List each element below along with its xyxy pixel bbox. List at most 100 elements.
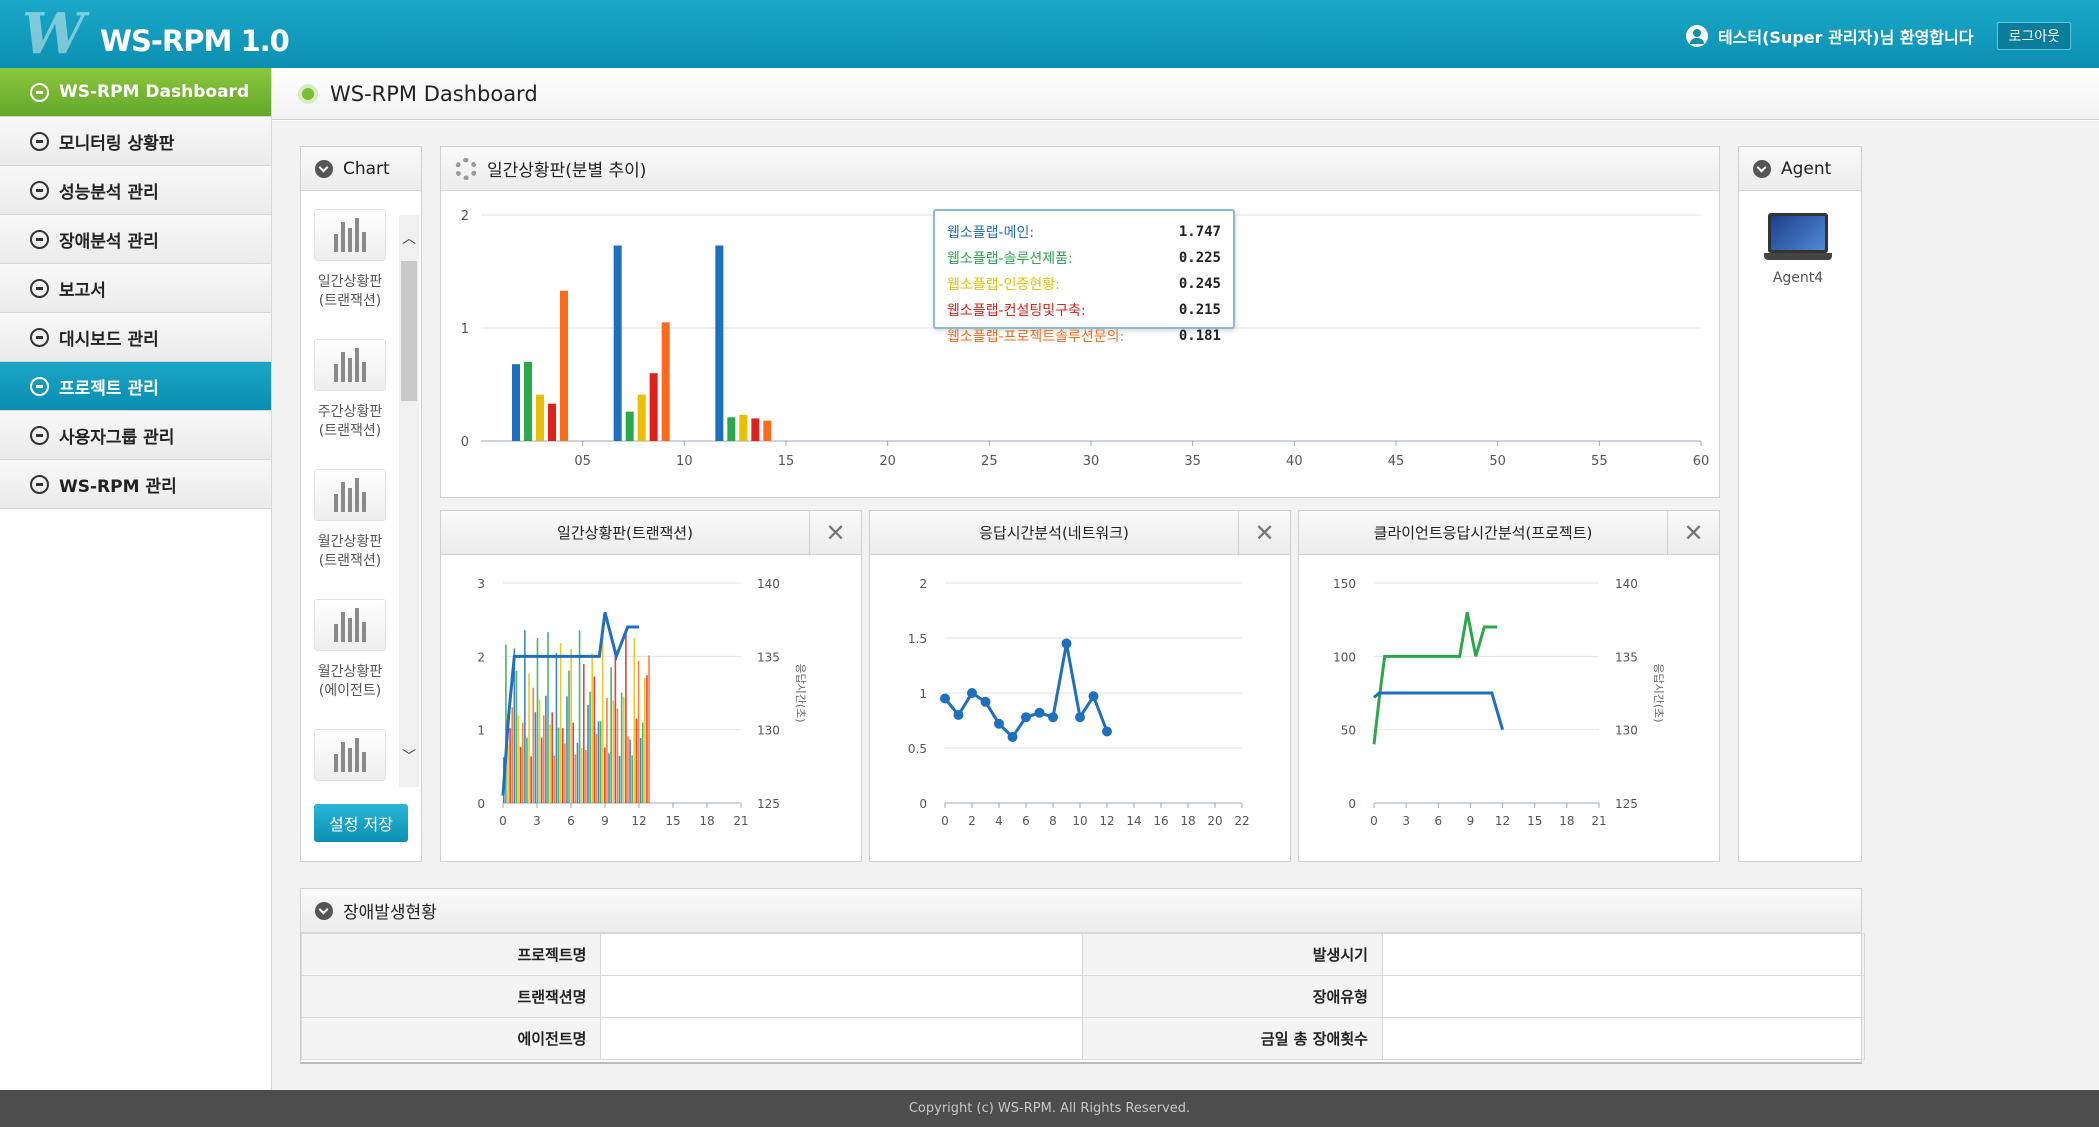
close-icon[interactable]: ✕ [1238, 510, 1290, 555]
tooltip-label: 웹소플랩-메인: [947, 225, 1035, 241]
transaction-bar [557, 727, 560, 803]
transaction-bar [587, 704, 589, 803]
transaction-bar [608, 753, 610, 803]
x-tick-label: 35 [1184, 454, 1201, 469]
x-tick-label: 21 [733, 814, 748, 828]
user-icon [1685, 25, 1708, 47]
tooltip-value: 1.747 [1178, 224, 1221, 240]
chart-list-scrollbar[interactable]: ︿ ﹀ [399, 215, 419, 787]
transaction-bar [644, 677, 646, 803]
logout-button[interactable]: 로그아웃 [1997, 22, 2071, 50]
agent-panel-title: Agent [1781, 158, 1832, 179]
x-tick-label: 8 [1049, 814, 1057, 828]
agent-panel-header[interactable]: Agent [1739, 147, 1861, 191]
sidebar-item-label: 성능분석 관리 [59, 182, 159, 203]
sidebar-item-label: 장애분석 관리 [59, 231, 159, 252]
chart-item-monthly-tx[interactable]: 월간상황판 (트랜잭션) [311, 469, 389, 599]
sidebar-item-dashboard[interactable]: WS-RPM Dashboard [0, 68, 271, 117]
y2-tick-label: 140 [757, 577, 780, 591]
x-tick-label: 30 [1083, 454, 1100, 469]
y2-tick-label: 125 [757, 797, 780, 811]
logo-text: WS-RPM 1.0 [100, 24, 290, 58]
fault-table: 프로젝트명 발생시기 트랜잭션명 장애유형 에이전트명 금일 총 장애횟수 [300, 933, 1866, 1060]
fault-panel-header[interactable]: 장애발생현황 [301, 889, 1861, 933]
x-tick-label: 50 [1489, 454, 1506, 469]
status-dot-icon [298, 83, 318, 104]
chart-list-panel: Chart 일간상황판 (트랜잭션) 주간상황판 (트랜잭션) 월간상황판 (트랜잭션… [300, 146, 422, 862]
y2-tick-label: 140 [1615, 577, 1638, 591]
x-tick-label: 05 [574, 454, 591, 469]
bar-chart-icon [314, 729, 386, 781]
transaction-bar [574, 754, 577, 803]
top-header: W WS-RPM 1.0 테스터(Super 관리자)님 환영합니다 로그아웃 [0, 0, 2099, 68]
x-tick-label: 10 [676, 454, 693, 469]
save-settings-button[interactable]: 설정 저장 [314, 804, 408, 842]
sidebar-item-user-group[interactable]: 사용자그룹 관리 [0, 411, 271, 460]
bar-chart-icon [314, 339, 386, 391]
chart-panel-header[interactable]: Chart [301, 147, 421, 191]
transaction-bar [542, 715, 545, 803]
scrollbar-thumb[interactable] [401, 261, 417, 401]
tooltip-row: 웹소플랩-솔루션제품: 0.225 [947, 245, 1221, 271]
x-tick-label: 20 [1207, 814, 1222, 828]
bar-chart-icon [314, 599, 386, 651]
tooltip-row: 웹소플랩-프로젝트솔루션문의: 0.181 [947, 323, 1221, 349]
transaction-bar [629, 739, 631, 803]
chart-item-daily-tx[interactable]: 일간상황판 (트랜잭션) [311, 209, 389, 339]
gear-icon[interactable] [455, 157, 477, 180]
transaction-bar [614, 649, 617, 803]
x-tick-label: 0 [1370, 814, 1378, 828]
x-tick-label: 55 [1591, 454, 1608, 469]
transaction-name-label: 트랜잭션명 [300, 975, 602, 1018]
chart-item-label: 월간상황판 (트랜잭션) [317, 534, 383, 569]
tooltip-label: 웹소플랩-컨설팅및구축: [947, 303, 1086, 319]
sidebar-item-fault-analysis[interactable]: 장애분석 관리 [0, 215, 271, 264]
close-icon[interactable]: ✕ [1667, 510, 1719, 555]
transaction-bar [648, 655, 650, 803]
sidebar-item-label: 보고서 [59, 280, 106, 301]
report-icon [30, 278, 49, 298]
project-name-label: 프로젝트명 [300, 933, 602, 976]
transaction-bar [589, 691, 591, 803]
fault-panel-title: 장애발생현황 [343, 903, 437, 923]
sidebar-item-performance[interactable]: 성능분석 관리 [0, 166, 271, 215]
x-tick-label: 10 [1072, 814, 1087, 828]
transaction-bar [622, 696, 625, 803]
bar [637, 394, 646, 441]
chart-item-monthly-agent[interactable]: 월간상황판 (에이전트) [311, 599, 389, 729]
transaction-bar [555, 653, 558, 803]
fault-count-value [1381, 1017, 1866, 1060]
sidebar-item-monitoring[interactable]: 모니터링 상황판 [0, 117, 271, 166]
bar [649, 373, 658, 441]
y2-axis-label: 응답시간(초) [794, 663, 807, 722]
transaction-bar [633, 637, 636, 803]
close-icon[interactable]: ✕ [809, 510, 861, 555]
user-group-icon [30, 425, 49, 445]
transaction-bar [646, 675, 648, 803]
sidebar-item-dashboard-manage[interactable]: 대시보드 관리 [0, 313, 271, 362]
transaction-bar [612, 700, 615, 803]
chart-item-weekly-tx[interactable]: 주간상황판 (트랜잭션) [311, 339, 389, 469]
chevron-down-icon [1753, 159, 1771, 178]
sidebar-item-report[interactable]: 보고서 [0, 264, 271, 313]
logo[interactable]: W WS-RPM 1.0 [22, 4, 290, 64]
x-tick-label: 15 [1527, 814, 1542, 828]
monitoring-icon [30, 131, 49, 151]
bar [661, 322, 670, 441]
bar [727, 417, 736, 441]
sidebar-item-project[interactable]: 프로젝트 관리 [0, 362, 271, 411]
tooltip-label: 웹소플랩-인증현황: [947, 277, 1060, 293]
transaction-bar [631, 755, 633, 803]
footer: Copyright (c) WS-RPM. All Rights Reserve… [0, 1090, 2099, 1127]
tooltip-value: 0.245 [1178, 276, 1221, 292]
transaction-bar [585, 750, 587, 803]
bar [512, 364, 520, 441]
chevron-down-icon[interactable]: ﹀ [399, 747, 419, 767]
chart-list: 일간상황판 (트랜잭션) 주간상황판 (트랜잭션) 월간상황판 (트랜잭션) 월간상황… [311, 209, 389, 859]
agent-item[interactable]: Agent4 [1764, 213, 1832, 286]
chevron-up-icon[interactable]: ︿ [399, 229, 419, 249]
x-tick-label: 9 [601, 814, 609, 828]
sidebar-item-ws-rpm[interactable]: WS-RPM 관리 [0, 460, 271, 509]
series-line [1372, 612, 1498, 745]
y-tick-label: 3 [477, 577, 485, 591]
